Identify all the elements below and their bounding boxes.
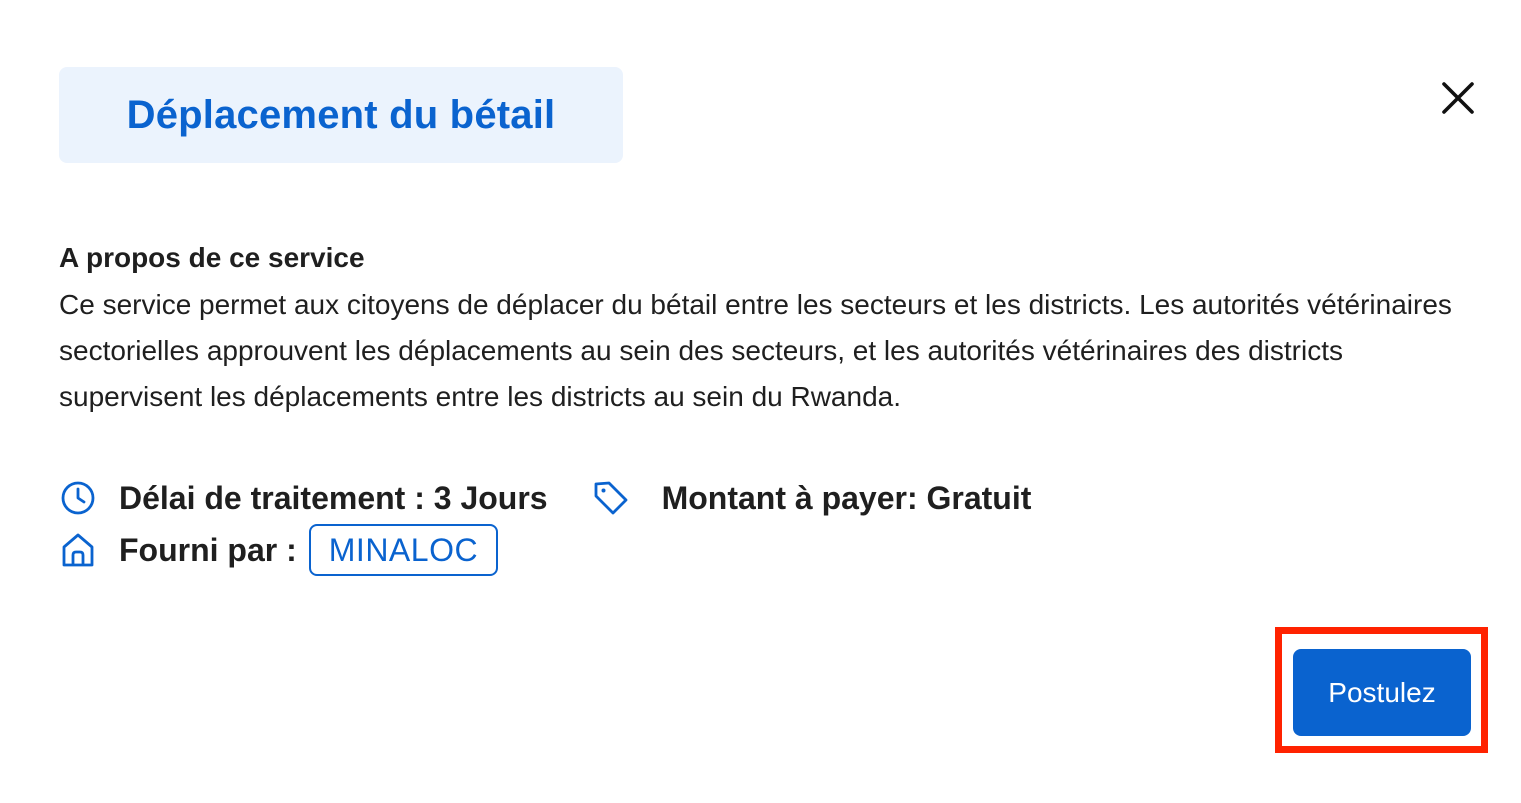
amount-to-pay: Montant à payer: Gratuit [661, 479, 1032, 516]
about-section: A propos de ce service Ce service permet… [59, 238, 1479, 420]
meta-row-provider: Fourni par : MINALOC [59, 524, 499, 576]
meta-row-processing: Délai de traitement : 3 Jours Montant à … [59, 474, 1031, 522]
about-description: Ce service permet aux citoyens de déplac… [59, 289, 1452, 412]
provider-label: Fourni par : [119, 531, 297, 568]
provider-chip[interactable]: MINALOC [308, 524, 499, 576]
processing-time: Délai de traitement : 3 Jours [119, 479, 548, 516]
service-modal: Déplacement du bétail A propos de ce ser… [0, 0, 1521, 803]
home-icon [59, 531, 97, 569]
title-chip: Déplacement du bétail [59, 67, 623, 163]
modal-title: Déplacement du bétail [126, 92, 556, 137]
about-heading: A propos de ce service [59, 242, 365, 273]
tag-icon [592, 479, 630, 517]
close-icon [1442, 82, 1474, 114]
clock-icon [59, 479, 97, 517]
apply-button[interactable]: Postulez [1293, 649, 1471, 736]
close-button[interactable] [1436, 76, 1480, 120]
